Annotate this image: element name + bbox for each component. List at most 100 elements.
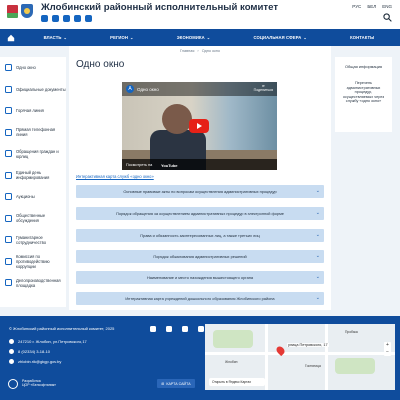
chevron-down-icon: ⌄ xyxy=(315,232,320,238)
location-icon xyxy=(9,339,14,344)
map-road xyxy=(205,352,395,355)
document-icon xyxy=(5,85,12,93)
accordion-item-rights[interactable]: Права и обязанность заинтересованных лиц… xyxy=(76,229,324,242)
odnoklassniki-icon[interactable] xyxy=(74,15,81,22)
map-zoom-control[interactable]: + − xyxy=(384,342,391,356)
nav-item-power[interactable]: ВЛАСТЬ ⌄ xyxy=(44,35,67,40)
folder-icon xyxy=(5,279,12,286)
phone-icon xyxy=(5,107,12,114)
youtube-icon[interactable] xyxy=(150,326,156,332)
chevron-down-icon: ⌄ xyxy=(315,210,320,216)
telegram-icon[interactable] xyxy=(52,15,59,22)
accordion-item-legal-acts[interactable]: Основные правовые акты по вопросам осуще… xyxy=(76,185,324,198)
sidebar-item-appeals[interactable]: Обращения граждан и юрлиц xyxy=(0,143,66,165)
aside-procedures-link[interactable]: Перечень административных процедур, осущ… xyxy=(335,81,392,104)
sidebar-item-info-day[interactable]: Единый день информирования xyxy=(0,165,66,187)
open-in-yandex-maps[interactable]: Открыть в Яндекс Картах xyxy=(209,378,265,386)
sitemap-icon: ⊞ xyxy=(161,381,165,386)
video-person-head xyxy=(162,104,192,134)
home-button[interactable] xyxy=(0,29,22,46)
chevron-down-icon: ⌄ xyxy=(315,274,320,280)
video-title[interactable]: Одно окно xyxy=(137,87,159,92)
aside-heading: Общая информация xyxy=(344,64,382,69)
language-switcher: РУС БЕЛ ENG xyxy=(352,4,392,9)
mail-icon xyxy=(5,150,12,157)
sidebar: Одно окно Официальные документы Горячая … xyxy=(0,57,66,307)
map-poi: Гостиница xyxy=(305,364,321,368)
breadcrumb-current: Одно окно xyxy=(201,49,221,53)
vk-icon[interactable] xyxy=(85,15,92,22)
breadcrumb: Главная › Одно окно xyxy=(179,49,221,53)
calendar-icon xyxy=(5,171,12,179)
aside-general-info: Общая информация Перечень административн… xyxy=(335,57,392,132)
footer-email[interactable]: zhlobin.rik@gkgp.gov.by xyxy=(9,359,61,364)
footer-copyright: © Жлобинский районный исполнительный ком… xyxy=(9,326,115,331)
video-player[interactable]: А Одно окно ➦ Поделиться Посмотреть на Y… xyxy=(122,82,277,170)
nav-item-economy[interactable]: ЭКОНОМИКА ⌄ xyxy=(177,35,211,40)
gavel-icon xyxy=(5,193,12,200)
lang-en[interactable]: ENG xyxy=(382,4,392,9)
developer-logo-icon[interactable] xyxy=(8,379,18,389)
footer-phone[interactable]: 8 (02334) 3-18-10 xyxy=(9,349,50,354)
page: Жлобинский районный исполнительный комит… xyxy=(0,0,400,400)
sitemap-button[interactable]: ⊞ КАРТА САЙТА xyxy=(157,379,195,388)
footer-map[interactable]: улица Петровского, 17 Пробзка Гостиница … xyxy=(205,324,395,390)
interactive-map-link[interactable]: Интерактивная карта служб «одно окно» xyxy=(76,174,154,179)
sidebar-item-discussions[interactable]: Общественные обсуждения xyxy=(0,208,66,230)
site-footer: © Жлобинский районный исполнительный ком… xyxy=(0,316,400,400)
site-header: Жлобинский районный исполнительный комит… xyxy=(0,0,400,29)
map-road xyxy=(325,324,328,390)
map-poi: Пробзка xyxy=(345,330,358,334)
search-icon[interactable] xyxy=(383,13,392,22)
breadcrumb-home[interactable]: Главная xyxy=(180,49,194,53)
map-park xyxy=(213,330,253,348)
shield-icon xyxy=(5,257,12,265)
footer-address: 247210 г. Жлобин, ул.Петровского,17 xyxy=(9,339,87,344)
map-road xyxy=(265,324,268,390)
sidebar-item-anticorruption[interactable]: Комиссия по противодействию коррупции xyxy=(0,251,66,273)
flag-icon xyxy=(7,5,18,18)
developer-credit[interactable]: Разработка ЦОР «Белсофтаник» xyxy=(22,379,56,387)
accordion-item-higher-body[interactable]: Наименование и место нахождения вышестоя… xyxy=(76,271,324,284)
sidebar-item-hotline[interactable]: Горячая линия xyxy=(0,100,66,122)
play-button[interactable] xyxy=(189,119,209,133)
sidebar-item-records[interactable]: Делопроизводственная площадка xyxy=(0,272,66,294)
nav-item-social[interactable]: СОЦИАЛЬНАЯ СФЕРА ⌄ xyxy=(253,35,306,40)
youtube-icon[interactable] xyxy=(41,15,48,22)
map-park xyxy=(335,358,375,374)
lang-ru[interactable]: РУС xyxy=(352,4,361,9)
watch-on-label[interactable]: Посмотреть на xyxy=(126,163,152,167)
youtube-logo[interactable]: YouTube xyxy=(161,163,178,168)
main-nav: ВЛАСТЬ ⌄ РЕГИОН ⌄ ЭКОНОМИКА ⌄ СОЦИАЛЬНАЯ СФ… xyxy=(0,29,400,46)
chevron-down-icon: ⌄ xyxy=(315,188,320,194)
sidebar-item-documents[interactable]: Официальные документы xyxy=(0,79,66,101)
sidebar-item-auctions[interactable]: Аукционы xyxy=(0,186,66,208)
accordion-item-preschool-map[interactable]: Интерактивная карта учреждений дошкольно… xyxy=(76,292,324,305)
window-icon xyxy=(5,64,12,71)
chat-icon xyxy=(5,214,12,222)
page-title: Одно окно xyxy=(76,59,125,70)
instagram-icon[interactable] xyxy=(63,15,70,22)
lang-be[interactable]: БЕЛ xyxy=(367,4,376,9)
coat-of-arms-icon xyxy=(21,4,33,18)
home-icon xyxy=(7,34,15,41)
chevron-down-icon: ⌄ xyxy=(315,253,320,259)
sidebar-item-humanitarian[interactable]: Гуманитарное сотрудничество xyxy=(0,229,66,251)
map-address-label: улица Петровского, 17 xyxy=(287,343,329,347)
accordion-item-electronic[interactable]: Порядок обращения за осуществлением адми… xyxy=(76,207,324,220)
channel-avatar[interactable]: А xyxy=(126,85,134,93)
share-button[interactable]: ➦ Поделиться xyxy=(254,84,273,92)
instagram-icon[interactable] xyxy=(182,326,188,332)
chevron-down-icon: ⌄ xyxy=(315,295,320,301)
main-content: Главная › Одно окно Одно окно А Одно окно … xyxy=(69,46,331,310)
odnoklassniki-icon[interactable] xyxy=(198,326,204,332)
nav-item-region[interactable]: РЕГИОН ⌄ xyxy=(110,35,133,40)
sidebar-item-direct-line[interactable]: Прямая телефонная линия xyxy=(0,122,66,144)
sidebar-item-one-window[interactable]: Одно окно xyxy=(0,57,66,79)
site-title[interactable]: Жлобинский районный исполнительный комит… xyxy=(41,2,278,13)
telegram-icon[interactable] xyxy=(166,326,172,332)
nav-item-contacts[interactable]: КОНТАКТЫ xyxy=(350,35,374,40)
accordion-item-appeal[interactable]: Порядок обжалования административных реш… xyxy=(76,250,324,263)
phone-icon xyxy=(9,349,14,354)
mail-icon xyxy=(9,359,14,364)
